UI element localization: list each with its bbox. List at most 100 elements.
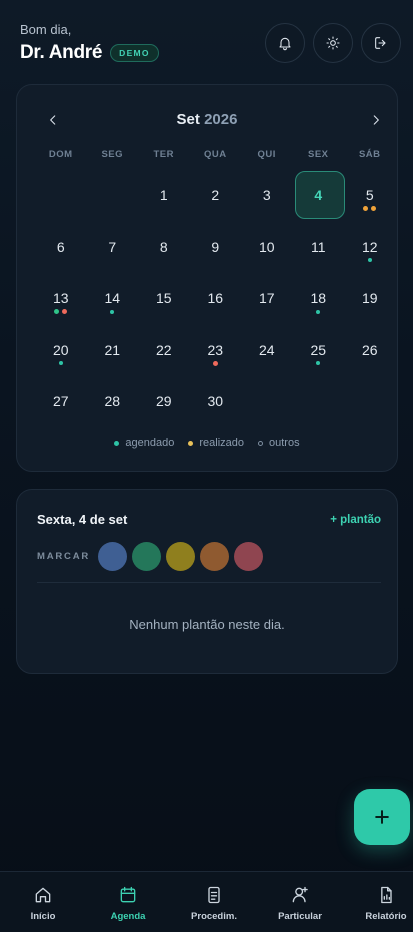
calendar-day[interactable]: 21 [87, 326, 139, 378]
day-event-dots [293, 309, 345, 314]
sun-icon [326, 36, 340, 50]
nav-item-report[interactable]: Relatório [346, 872, 413, 932]
calendar-day[interactable]: 22 [138, 326, 190, 378]
calendar-day[interactable]: 25 [293, 326, 345, 378]
calendar-legend: agendado realizado outros [17, 437, 397, 449]
calendar-day[interactable]: 17 [241, 274, 293, 326]
calendar-day[interactable]: 2 [190, 171, 242, 223]
calendar-day-number: 1 [159, 187, 168, 203]
calendar-day[interactable]: 18 [293, 274, 345, 326]
calendar-day-number: 18 [310, 290, 327, 306]
nav-item-user-add[interactable]: Particular [260, 872, 340, 932]
weekday-header: DOM SEG TER QUA QUI SEX SÁB [35, 149, 396, 160]
calendar-day[interactable]: 23 [190, 326, 242, 378]
legend-dot-outros [258, 440, 263, 446]
color-swatch-4[interactable] [200, 542, 230, 571]
color-swatch-3[interactable] [166, 542, 196, 571]
add-fab-button[interactable] [354, 789, 410, 845]
calendar-day[interactable]: 10 [241, 223, 293, 275]
nav-item-calendar[interactable]: Agenda [88, 872, 168, 932]
user-name-row: Dr. André DEMO [20, 42, 159, 64]
calendar-day-number: 12 [361, 238, 378, 255]
user-name: Dr. André [20, 42, 103, 63]
selected-day-title: Sexta, 4 de set [37, 512, 128, 527]
calendar-day-number: 25 [310, 341, 327, 358]
calendar-day[interactable]: 9 [190, 223, 242, 275]
calendar-day-number: 27 [52, 393, 69, 409]
calendar-day[interactable]: 30 [190, 377, 242, 429]
report-icon [381, 886, 392, 904]
logout-icon [375, 37, 386, 49]
calendar-day[interactable]: 6 [35, 223, 87, 275]
calendar-blank-cell [35, 171, 87, 223]
day-event-dots [293, 361, 345, 365]
calendar-day[interactable]: 14 [87, 274, 139, 326]
calendar-day[interactable]: 3 [241, 171, 293, 223]
calendar-day[interactable]: 29 [138, 377, 190, 429]
legend-outros: outros [258, 437, 300, 449]
calendar-day-number: 15 [155, 290, 172, 306]
header: Bom dia, Dr. André DEMO [20, 20, 401, 70]
calendar-day-number: 21 [104, 341, 121, 358]
calendar-day[interactable]: 19 [344, 274, 396, 326]
calendar-icon [120, 886, 136, 903]
calendar-day[interactable]: 28 [87, 377, 139, 429]
legend-label-realizado: realizado [199, 437, 244, 449]
color-swatch-5[interactable] [234, 542, 264, 571]
calendar-day[interactable]: 16 [190, 274, 242, 326]
theme-toggle-button[interactable] [313, 23, 353, 63]
weekday-label: SEX [307, 149, 329, 160]
event-dot-teal [316, 309, 321, 314]
calendar-day[interactable]: 12 [344, 223, 396, 275]
user-add-icon [292, 886, 308, 903]
calendar-day-number: 28 [104, 393, 121, 409]
calendar-day-number: 29 [155, 393, 172, 409]
greeting: Bom dia, [20, 22, 72, 37]
calendar-day-number: 2 [211, 187, 220, 203]
event-dot-red [62, 309, 68, 314]
event-dot-teal [110, 309, 115, 314]
calendar-day-number: 11 [310, 238, 326, 255]
calendar-day[interactable]: 24 [241, 326, 293, 378]
day-detail-card: Sexta, 4 de set + plantão MARCAR Nenhum … [16, 489, 398, 674]
calendar-day-selected[interactable]: 4 [293, 171, 345, 223]
event-dot-teal [367, 258, 372, 262]
calendar-day[interactable]: 13 [35, 274, 87, 326]
nav-item-home[interactable]: Início [3, 872, 83, 932]
legend-label-agendado: agendado [125, 437, 175, 449]
calendar-day[interactable]: 1 [138, 171, 190, 223]
calendar-day[interactable]: 20 [35, 326, 87, 378]
weekday-label: DOM [48, 149, 73, 160]
calendar-blank-cell [87, 171, 139, 223]
calendar-day-number: 13 [52, 290, 69, 306]
calendar-day[interactable]: 11 [293, 223, 345, 275]
logout-button[interactable] [361, 23, 401, 63]
calendar-day[interactable]: 27 [35, 377, 87, 429]
calendar-grid: 1 2 3 4 5 6 7 8 9 10 11 12 13 14 15 16 17 18 19 20 21 22 23 24 2… [35, 171, 396, 429]
event-dot-red [212, 360, 218, 366]
empty-state-message: Nenhum plantão neste dia. [129, 617, 285, 632]
calendar-day-number: 16 [207, 290, 224, 306]
color-swatch-2[interactable] [132, 542, 162, 571]
nav-item-document[interactable]: Procedim. [174, 872, 254, 932]
color-swatch-1[interactable] [98, 542, 128, 571]
weekday-label: TER [153, 149, 174, 160]
nav-item-label: Particular [278, 911, 322, 922]
marcar-label: MARCAR [37, 551, 91, 562]
notifications-button[interactable] [265, 23, 305, 63]
calendar-day[interactable]: 5 [344, 171, 396, 223]
calendar-day[interactable]: 8 [138, 223, 190, 275]
next-month-button[interactable] [365, 109, 387, 131]
calendar-day-number: 7 [108, 238, 117, 255]
legend-dot-agendado [114, 440, 120, 446]
chevron-right-icon [373, 115, 379, 125]
demo-badge: DEMO [110, 44, 159, 62]
event-dot-teal [58, 361, 63, 365]
calendar-day-number: 30 [207, 393, 224, 409]
calendar-day[interactable]: 26 [344, 326, 396, 378]
calendar-day-number: 3 [262, 187, 271, 203]
add-shift-button[interactable]: + plantão [330, 514, 381, 526]
bell-icon [279, 37, 291, 51]
calendar-day[interactable]: 15 [138, 274, 190, 326]
calendar-day[interactable]: 7 [87, 223, 139, 275]
